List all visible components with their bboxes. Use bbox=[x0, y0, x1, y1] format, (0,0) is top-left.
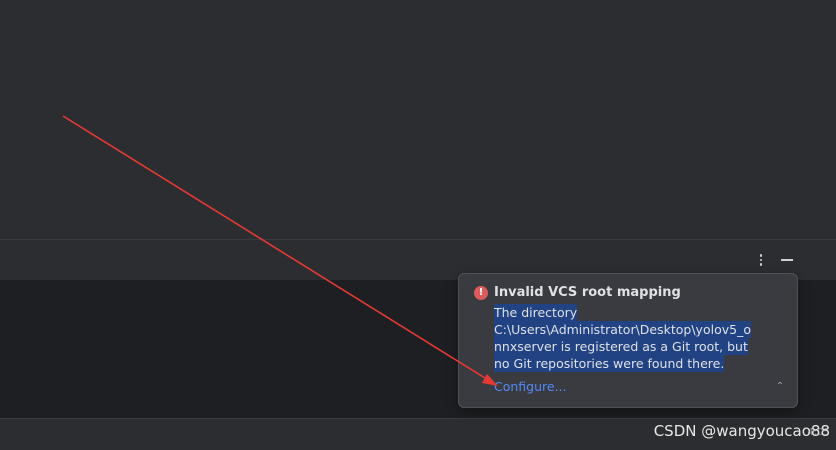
more-options-icon[interactable] bbox=[752, 251, 770, 269]
minimize-icon[interactable] bbox=[778, 251, 796, 269]
csdn-watermark: CSDN @wangyoucao88 bbox=[653, 422, 830, 440]
notification-message: The directory C:\Users\Administrator\Des… bbox=[494, 304, 764, 372]
chevron-up-icon[interactable]: ⌃ bbox=[773, 380, 787, 394]
notification-balloon: ! Invalid VCS root mapping The directory… bbox=[458, 273, 798, 408]
configure-link[interactable]: Configure... bbox=[494, 378, 567, 395]
editor-area[interactable] bbox=[0, 0, 836, 239]
message-line: C:\Users\Administrator\Desktop\yolov5_o bbox=[494, 321, 751, 338]
message-line: no Git repositories were found there. bbox=[494, 355, 725, 372]
notification-title: Invalid VCS root mapping bbox=[494, 285, 681, 300]
error-icon: ! bbox=[474, 286, 488, 300]
message-line: The directory bbox=[494, 304, 578, 321]
message-line: nnxserver is registered as a Git root, b… bbox=[494, 338, 748, 355]
